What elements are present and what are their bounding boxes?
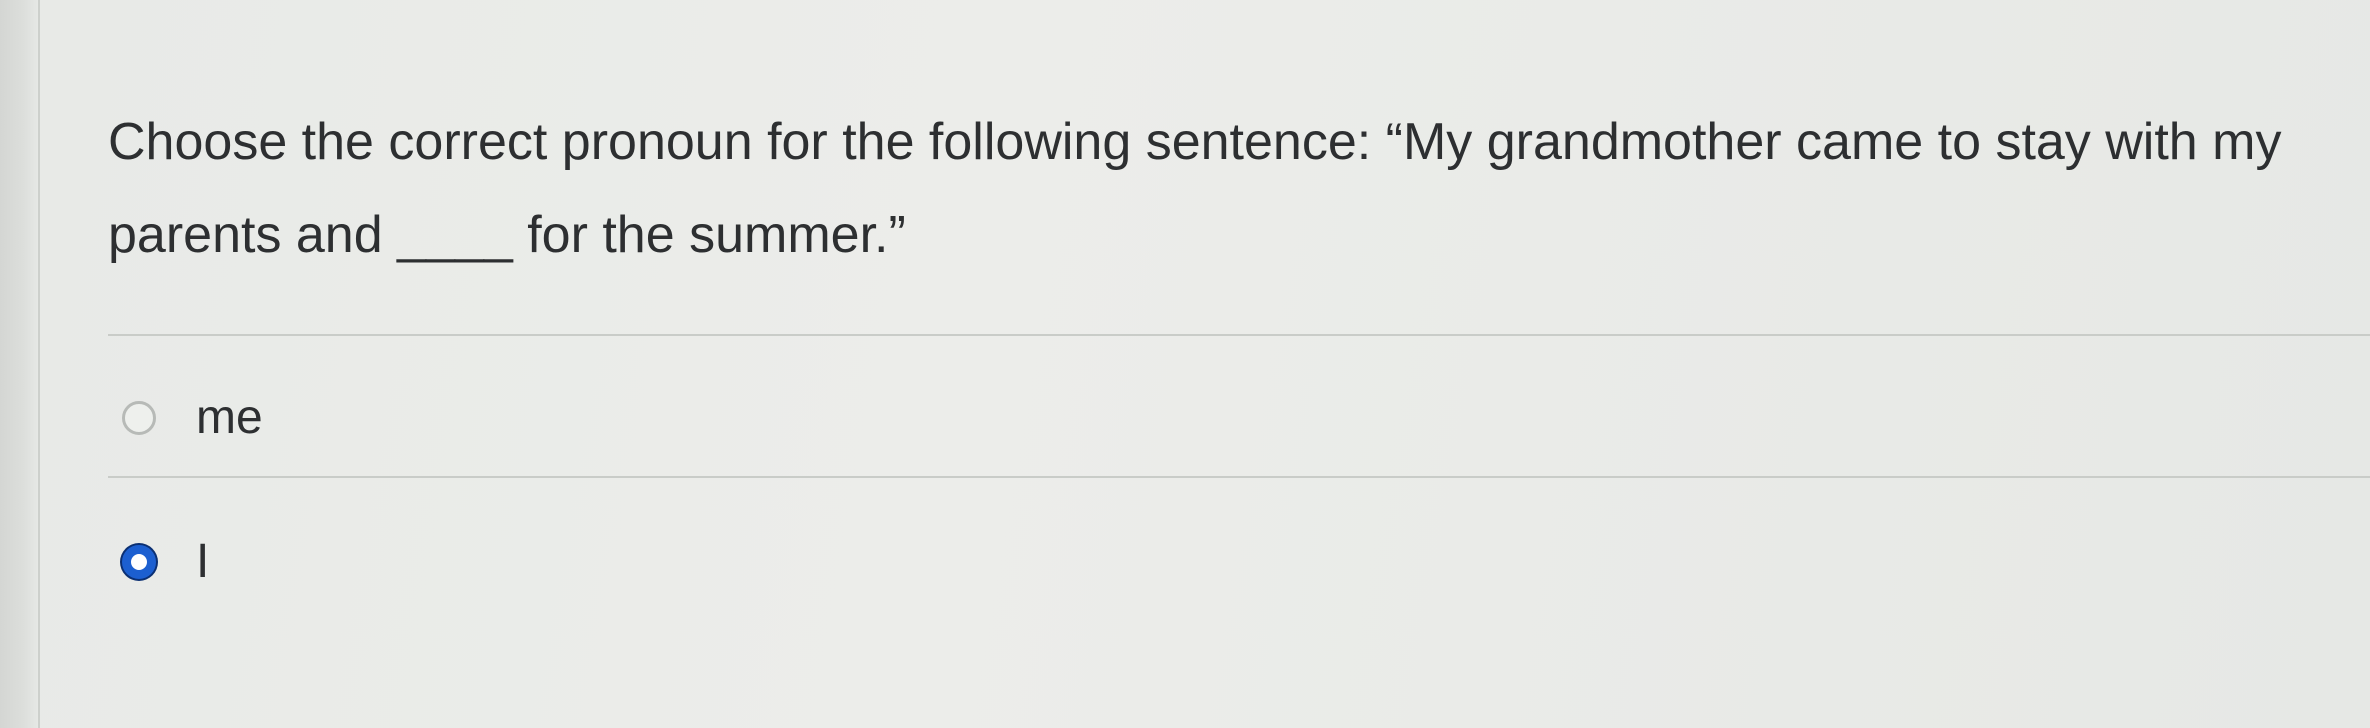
answer-label-me: me	[196, 391, 263, 444]
question-text: Choose the correct pronoun for the follo…	[108, 113, 2282, 264]
answer-option-i[interactable]: I	[122, 532, 209, 592]
divider-middle	[108, 476, 2370, 478]
radio-button-i[interactable]	[122, 545, 156, 579]
answer-label-i: I	[196, 535, 210, 588]
question-card: Choose the correct pronoun for the follo…	[40, 0, 2370, 728]
radio-button-me[interactable]	[122, 401, 156, 435]
answer-option-me[interactable]: me	[122, 388, 263, 448]
page-left-edge	[0, 0, 40, 728]
divider-top	[108, 334, 2370, 336]
